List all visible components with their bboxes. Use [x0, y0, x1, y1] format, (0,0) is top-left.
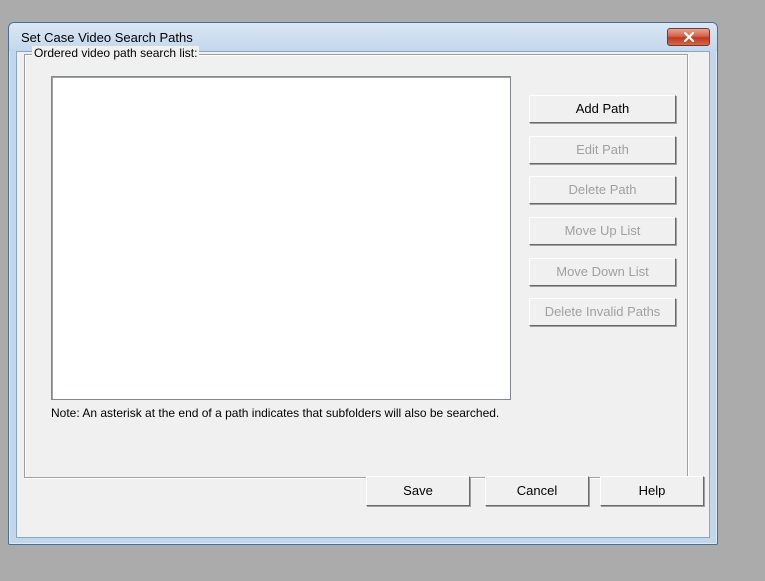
- close-button[interactable]: [667, 28, 710, 46]
- group-label: Ordered video path search list:: [32, 46, 200, 60]
- window-title: Set Case Video Search Paths: [21, 30, 193, 45]
- path-listbox[interactable]: [51, 76, 511, 400]
- move-up-list-button[interactable]: Move Up List: [529, 217, 676, 245]
- edit-path-button[interactable]: Edit Path: [529, 136, 676, 164]
- asterisk-note: Note: An asterisk at the end of a path i…: [51, 406, 500, 420]
- delete-invalid-paths-button[interactable]: Delete Invalid Paths: [529, 298, 676, 326]
- add-path-button[interactable]: Add Path: [529, 95, 676, 123]
- move-down-list-button[interactable]: Move Down List: [529, 258, 676, 286]
- help-button[interactable]: Help: [600, 476, 704, 506]
- delete-path-button[interactable]: Delete Path: [529, 176, 676, 204]
- save-button[interactable]: Save: [366, 476, 470, 506]
- close-x-icon: [683, 32, 694, 42]
- cancel-button[interactable]: Cancel: [485, 476, 589, 506]
